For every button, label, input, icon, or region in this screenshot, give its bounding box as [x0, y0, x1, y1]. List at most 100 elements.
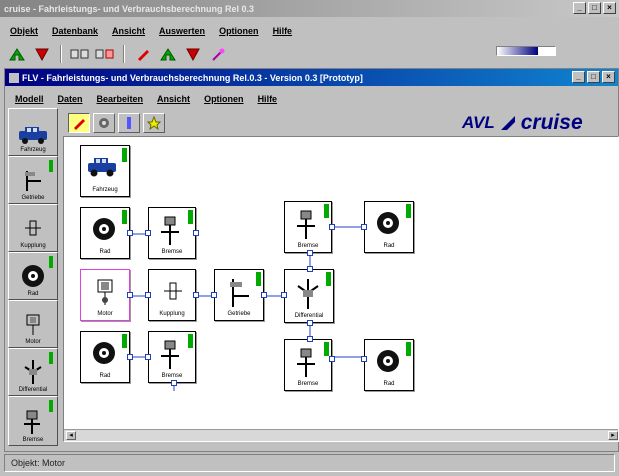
- status-flag: [326, 272, 331, 286]
- port[interactable]: [329, 224, 335, 230]
- port[interactable]: [281, 292, 287, 298]
- down-button[interactable]: [182, 44, 204, 64]
- palette-item-rad[interactable]: Rad: [8, 252, 58, 300]
- component-rad-rear-right[interactable]: Rad: [361, 339, 414, 391]
- maximize-button[interactable]: □: [588, 2, 601, 14]
- port[interactable]: [307, 336, 313, 342]
- component-bremse-front-left[interactable]: Bremse: [145, 207, 199, 259]
- close-button[interactable]: ×: [603, 2, 616, 14]
- clutch-icon: [164, 282, 182, 300]
- port[interactable]: [329, 356, 335, 362]
- port[interactable]: [307, 250, 313, 256]
- component-palette: Fahrzeug Getriebe Kupplung Rad Motor Dif…: [8, 108, 58, 446]
- menu-bearbeiten[interactable]: Bearbeiten: [97, 94, 144, 104]
- app-icon: [9, 72, 19, 83]
- inner-window-title: FLV - Fahrleistungs- und Verbrauchsberec…: [22, 72, 363, 83]
- port[interactable]: [361, 224, 367, 230]
- status-flag: [406, 342, 411, 356]
- menu-modell[interactable]: Modell: [15, 94, 44, 104]
- pencil-icon: [74, 119, 85, 130]
- port[interactable]: [145, 354, 151, 360]
- inner-menu-bar: Modell Daten Bearbeiten Ansicht Optionen…: [5, 90, 405, 107]
- outer-menu-bar: Objekt Datenbank Ansicht Auswerten Optio…: [0, 22, 619, 39]
- differential-icon: [297, 279, 319, 309]
- port[interactable]: [211, 292, 217, 298]
- wheel-icon: [377, 212, 399, 234]
- component-rad-rear-left[interactable]: Rad: [80, 331, 133, 383]
- clutch-icon: [25, 220, 41, 236]
- compare-icon: [70, 49, 89, 59]
- component-rad-front-right[interactable]: Rad: [361, 201, 414, 253]
- port[interactable]: [171, 380, 177, 386]
- scroll-left-button[interactable]: ◂: [66, 431, 76, 440]
- port[interactable]: [193, 292, 199, 298]
- component-kupplung[interactable]: Kupplung: [145, 269, 199, 321]
- model-canvas[interactable]: Fahrzeug Rad Bremse Motor Kupplung Getri…: [63, 136, 619, 442]
- component-bremse-rear-right[interactable]: Bremse: [284, 336, 335, 391]
- component-motor[interactable]: Motor: [80, 269, 133, 321]
- port[interactable]: [127, 354, 133, 360]
- red-arrow-icon: [35, 48, 49, 62]
- compare-button[interactable]: [69, 44, 91, 64]
- scroll-right-button[interactable]: ▸: [608, 431, 618, 440]
- menu-hilfe-inner[interactable]: Hilfe: [258, 94, 278, 104]
- inner-maximize-button[interactable]: □: [587, 71, 600, 83]
- compare-2-button[interactable]: [94, 44, 116, 64]
- inner-minimize-button[interactable]: _: [572, 71, 585, 83]
- wheel-icon: [93, 342, 115, 364]
- menu-hilfe[interactable]: Hilfe: [273, 26, 293, 36]
- port[interactable]: [193, 230, 199, 236]
- red-arrow-icon: [186, 48, 200, 62]
- palette-item-bremse[interactable]: Bremse: [8, 396, 58, 446]
- horizontal-scrollbar[interactable]: ◂ ▸: [64, 429, 618, 441]
- edit-button[interactable]: [132, 44, 154, 64]
- menu-optionen-inner[interactable]: Optionen: [204, 94, 244, 104]
- palette-item-fahrzeug[interactable]: Fahrzeug: [8, 108, 58, 156]
- menu-datenbank[interactable]: Datenbank: [52, 26, 98, 36]
- menu-auswerten[interactable]: Auswerten: [159, 26, 205, 36]
- minimize-button[interactable]: _: [573, 2, 586, 14]
- draw-tool-button[interactable]: [68, 113, 90, 133]
- toolbar-separator: [123, 45, 125, 63]
- connect-tool-button[interactable]: [118, 113, 140, 133]
- magic-button[interactable]: [207, 44, 229, 64]
- menu-optionen[interactable]: Optionen: [219, 26, 259, 36]
- wheel-tool-button[interactable]: [93, 113, 115, 133]
- palette-item-differential[interactable]: Differential: [8, 348, 58, 396]
- palette-item-getriebe[interactable]: Getriebe: [8, 156, 58, 204]
- brake-icon: [161, 340, 179, 369]
- port[interactable]: [145, 230, 151, 236]
- pencil-icon: [138, 50, 149, 61]
- port[interactable]: [261, 292, 267, 298]
- up-button[interactable]: [157, 44, 179, 64]
- port[interactable]: [361, 356, 367, 362]
- port[interactable]: [127, 292, 133, 298]
- component-getriebe[interactable]: Getriebe: [211, 269, 267, 321]
- status-flag: [122, 210, 127, 224]
- status-flag: [324, 342, 329, 356]
- menu-daten[interactable]: Daten: [58, 94, 83, 104]
- palette-item-kupplung[interactable]: Kupplung: [8, 204, 58, 252]
- palette-item-motor[interactable]: Motor: [8, 300, 58, 348]
- status-text: Objekt: Motor: [11, 458, 66, 468]
- progress-bar: [496, 46, 556, 56]
- port[interactable]: [307, 266, 313, 272]
- db-down-button[interactable]: [31, 44, 53, 64]
- menu-ansicht[interactable]: Ansicht: [112, 26, 145, 36]
- menu-objekt[interactable]: Objekt: [10, 26, 38, 36]
- component-bremse-rear-left[interactable]: Bremse: [145, 331, 196, 386]
- component-bremse-front-right[interactable]: Bremse: [284, 201, 335, 256]
- inner-close-button[interactable]: ×: [602, 71, 615, 83]
- port[interactable]: [127, 230, 133, 236]
- status-flag: [49, 160, 53, 172]
- menu-ansicht-inner[interactable]: Ansicht: [157, 94, 190, 104]
- port[interactable]: [145, 292, 151, 298]
- component-fahrzeug[interactable]: Fahrzeug: [80, 145, 130, 197]
- component-differential[interactable]: Differential: [281, 266, 334, 326]
- settings-tool-button[interactable]: [143, 113, 165, 133]
- db-up-button[interactable]: [6, 44, 28, 64]
- component-rad-front-left[interactable]: Rad: [80, 207, 133, 259]
- port[interactable]: [307, 320, 313, 326]
- status-flag: [406, 204, 411, 218]
- outer-window-title: cruise - Fahrleistungs- und Verbrauchsbe…: [4, 3, 255, 14]
